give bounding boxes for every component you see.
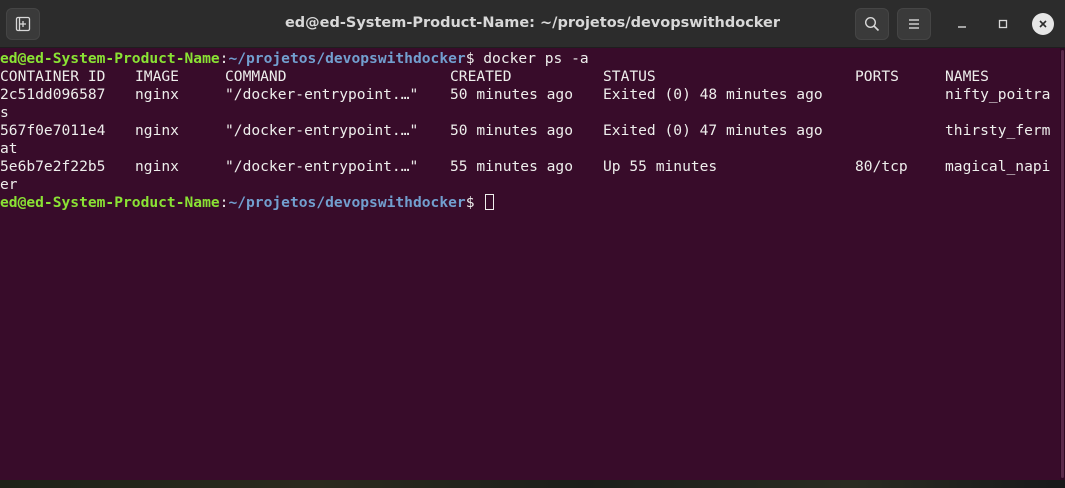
close-icon [1039, 20, 1047, 28]
cell-created: 55 minutes ago [450, 158, 574, 175]
text-cursor[interactable] [485, 194, 495, 210]
cell-ports: 80/tcp [855, 158, 908, 175]
prompt-symbol: $ [465, 194, 484, 211]
cell-created: 50 minutes ago [450, 122, 574, 139]
header-command: COMMAND [225, 68, 287, 85]
header-names: NAMES [945, 68, 989, 85]
cell-status: Up 55 minutes [603, 158, 718, 175]
cell-created: 50 minutes ago [450, 86, 574, 103]
scrollbar-thumb[interactable] [1061, 50, 1064, 478]
header-container-id: CONTAINER ID [0, 68, 106, 85]
prompt-user-host: ed@ed-System-Product-Name [0, 50, 220, 67]
terminal-output[interactable]: ed@ed-System-Product-Name:~/projetos/dev… [0, 48, 1060, 480]
cell-image: nginx [135, 86, 179, 103]
table-row: 567f0e7011e4 nginx "/docker-entrypoint.…… [0, 122, 1060, 140]
minimize-icon [958, 26, 966, 28]
prompt-line: ed@ed-System-Product-Name:~/projetos/dev… [0, 194, 495, 212]
wrapped-name-continuation: s [0, 104, 9, 121]
close-button[interactable] [1032, 13, 1054, 35]
cell-status: Exited (0) 47 minutes ago [603, 122, 823, 139]
prompt-symbol: $ [465, 50, 484, 67]
typed-command: docker ps -a [483, 50, 589, 67]
minimize-button[interactable] [951, 13, 973, 35]
table-row: 2c51dd096587 nginx "/docker-entrypoint.…… [0, 86, 1060, 104]
cell-names: magical_napi [945, 158, 1051, 175]
menu-button[interactable] [897, 8, 931, 40]
cell-container-id: 5e6b7e2f22b5 [0, 158, 106, 175]
desktop-background [0, 480, 1065, 488]
cell-container-id: 2c51dd096587 [0, 86, 106, 103]
table-row: 5e6b7e2f22b5 nginx "/docker-entrypoint.…… [0, 158, 1060, 176]
vertical-scrollbar[interactable] [1060, 48, 1065, 480]
cell-command: "/docker-entrypoint.…" [225, 86, 419, 103]
header-status: STATUS [603, 68, 656, 85]
header-ports: PORTS [855, 68, 899, 85]
header-created: CREATED [450, 68, 512, 85]
maximize-icon [998, 19, 1008, 29]
command-line: ed@ed-System-Product-Name:~/projetos/dev… [0, 50, 589, 68]
terminal-window: ed@ed-System-Product-Name: ~/projetos/de… [0, 0, 1065, 480]
header-image: IMAGE [135, 68, 179, 85]
search-icon [864, 16, 880, 32]
table-header: CONTAINER ID IMAGE COMMAND CREATED STATU… [0, 68, 1060, 86]
search-button[interactable] [855, 8, 889, 40]
wrapped-name-continuation: at [0, 140, 18, 157]
cell-command: "/docker-entrypoint.…" [225, 158, 419, 175]
prompt-path: ~/projetos/devopswithdocker [228, 50, 466, 67]
cell-names: thirsty_ferm [945, 122, 1051, 139]
cell-status: Exited (0) 48 minutes ago [603, 86, 823, 103]
cell-image: nginx [135, 122, 179, 139]
cell-command: "/docker-entrypoint.…" [225, 122, 419, 139]
hamburger-menu-icon [909, 19, 919, 29]
wrapped-name-continuation: er [0, 176, 18, 193]
prompt-path: ~/projetos/devopswithdocker [228, 194, 466, 211]
cell-image: nginx [135, 158, 179, 175]
cell-names: nifty_poitra [945, 86, 1051, 103]
prompt-user-host: ed@ed-System-Product-Name [0, 194, 220, 211]
cell-container-id: 567f0e7011e4 [0, 122, 106, 139]
maximize-button[interactable] [992, 13, 1014, 35]
title-bar[interactable]: ed@ed-System-Product-Name: ~/projetos/de… [0, 0, 1065, 48]
